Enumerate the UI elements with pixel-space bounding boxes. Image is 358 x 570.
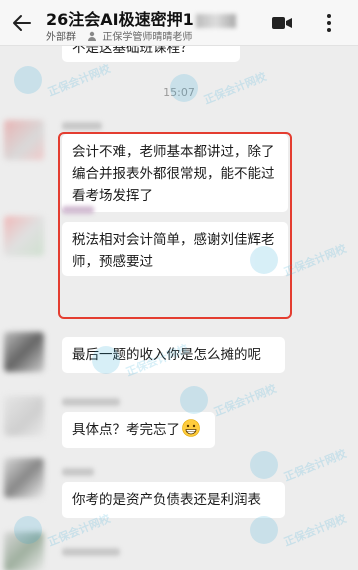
back-arrow-icon[interactable] bbox=[10, 11, 34, 35]
chat-subtitle: 外部群 正保学管师晴晴老师 bbox=[46, 28, 192, 43]
avatar[interactable] bbox=[4, 120, 44, 160]
video-call-icon[interactable] bbox=[271, 13, 293, 33]
message-bubble[interactable]: 具体点？考完忘了 bbox=[62, 412, 215, 448]
org-name-label: 正保学管师晴晴老师 bbox=[102, 32, 193, 43]
message-bubble[interactable]: 你考的是资产负债表还是利润表 bbox=[62, 482, 285, 518]
message-bubble[interactable]: 最后一题的收入你是怎么摊的呢 bbox=[62, 337, 285, 373]
avatar[interactable] bbox=[4, 396, 44, 436]
avatar[interactable] bbox=[4, 532, 44, 570]
watermark: 正保会计网校 bbox=[180, 382, 278, 419]
more-options-icon[interactable] bbox=[324, 12, 334, 34]
avatar[interactable] bbox=[4, 458, 44, 498]
redacted-title-suffix bbox=[195, 13, 236, 28]
chat-header: 26注会AI极速密押1 外部群 正保学管师晴晴老师 bbox=[0, 0, 358, 46]
message-text: 具体点？考完忘了 bbox=[72, 422, 180, 438]
sender-name-redacted bbox=[62, 398, 120, 406]
message-text: 最后一题的收入你是怎么摊的呢 bbox=[72, 347, 261, 363]
message-bubble-partial: 不是这基础班课程？ bbox=[62, 46, 240, 62]
message-text: 不是这基础班课程？ bbox=[72, 46, 194, 56]
highlight-box bbox=[58, 132, 292, 319]
watermark: 正保会计网校 bbox=[250, 512, 348, 549]
chat-area[interactable]: 不是这基础班课程？ 15:07 会计不难，老师基本都讲过，除了编合并报表外都很常… bbox=[0, 46, 358, 570]
sender-name-redacted bbox=[62, 548, 120, 556]
chat-title-text: 26注会AI极速密押1 bbox=[46, 10, 194, 29]
message-text: 你考的是资产负债表还是利润表 bbox=[72, 492, 261, 508]
grinning-face-emoji bbox=[182, 419, 200, 437]
sender-name-redacted bbox=[62, 122, 102, 130]
chat-timestamp: 15:07 bbox=[163, 86, 195, 99]
sender-name-redacted bbox=[62, 468, 94, 476]
person-icon bbox=[88, 31, 97, 41]
avatar[interactable] bbox=[4, 332, 44, 372]
group-type-label: 外部群 bbox=[46, 32, 76, 43]
avatar[interactable] bbox=[4, 216, 44, 256]
watermark: 正保会计网校 bbox=[250, 447, 348, 484]
chat-title: 26注会AI极速密押1 bbox=[46, 6, 236, 30]
